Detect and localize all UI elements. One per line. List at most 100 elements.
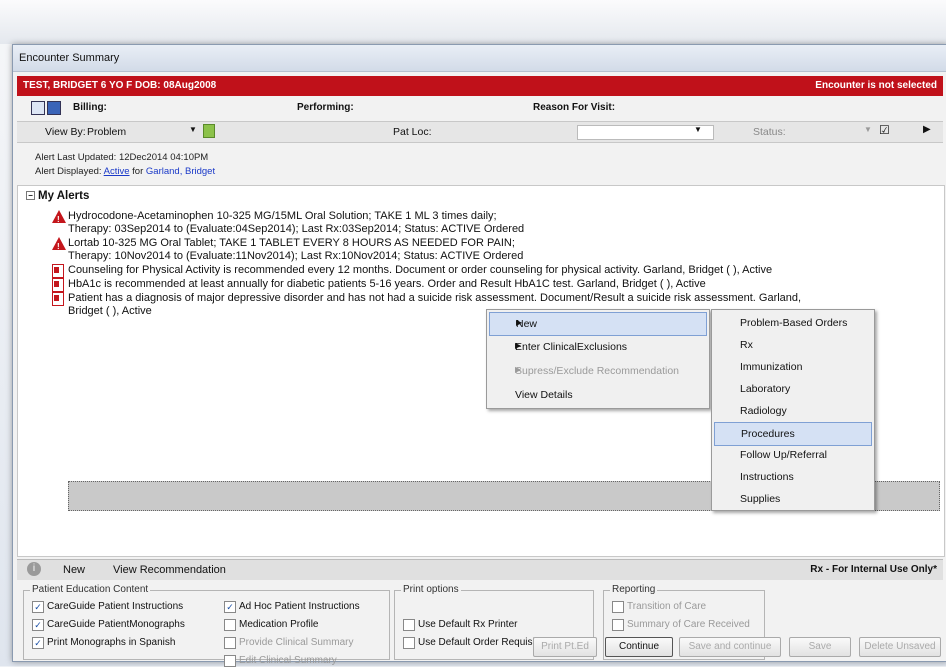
menu-item-supress-exclude: Supress/Exclude Recommendation ▶ (489, 360, 707, 382)
filter-row: View By: Problem ▼ Pat Loc: ▼ Status: ▼ … (17, 121, 943, 143)
checkbox-checked: ✓ (224, 601, 236, 613)
chevron-right-icon: ▶ (515, 365, 522, 374)
alert-last-updated: Alert Last Updated: 12Dec2014 04:10PM (35, 152, 209, 163)
submenu-label: Radiology (740, 405, 787, 417)
patient-education-caption: Patient Education Content (30, 584, 151, 595)
submenu-radiology[interactable]: Radiology (714, 400, 872, 422)
save-and-continue-button[interactable]: Save and continue (679, 637, 781, 657)
menu-item-label: View Details (515, 389, 573, 401)
alert-for-text: for (132, 166, 144, 177)
alert-text: Therapy: 03Sep2014 to (Evaluate:04Sep201… (68, 223, 525, 235)
calendar-icon[interactable] (47, 101, 61, 115)
checkbox-unchecked (403, 619, 415, 631)
chevron-down-icon[interactable]: ▼ (694, 125, 702, 134)
view-by-select[interactable]: Problem (87, 126, 126, 138)
patient-education-group: Patient Education Content ✓ CareGuide Pat… (23, 584, 390, 667)
info-icon[interactable]: i (27, 562, 41, 576)
new-submenu: Problem-Based Orders Rx Immunization Lab… (711, 309, 875, 511)
submenu-procedures[interactable]: Procedures (714, 422, 872, 446)
billing-label: Billing: (73, 102, 107, 113)
alert-item[interactable]: HbA1c is recommended at least annually f… (52, 278, 706, 292)
my-alerts-label: My Alerts (38, 190, 90, 202)
warning-icon: ! (52, 210, 66, 224)
pat-loc-label: Pat Loc: (393, 126, 432, 138)
checkbox-unchecked (612, 601, 624, 613)
continue-button[interactable]: Continue (605, 637, 673, 657)
submenu-immunization[interactable]: Immunization (714, 356, 872, 378)
chevron-down-icon[interactable]: ▼ (189, 125, 197, 134)
print-options-caption: Print options (401, 584, 461, 595)
view-recommendation-button[interactable]: View Recommendation (113, 564, 226, 576)
desktop-top-bar (0, 0, 946, 44)
submenu-supplies[interactable]: Supplies (714, 488, 872, 510)
submenu-problem-based-orders[interactable]: Problem-Based Orders (714, 312, 872, 334)
bottom-action-bar: i New View Recommendation Rx - For Inter… (17, 559, 943, 580)
menu-item-enter-clinical-exclusions[interactable]: Enter ClinicalExclusions ▶ (489, 336, 707, 358)
alert-status-link[interactable]: Active (104, 166, 130, 177)
alert-text: Counseling for Physical Activity is reco… (68, 264, 773, 276)
rx-internal-use-label: Rx - For Internal Use Only* (810, 564, 937, 575)
submenu-label: Rx (740, 339, 753, 351)
checkbox-unchecked (403, 637, 415, 649)
submenu-label: Supplies (740, 493, 781, 505)
chevron-right-icon: ▶ (516, 318, 523, 327)
menu-item-new[interactable]: New ▶ (489, 312, 707, 336)
alert-displayed-line: Alert Displayed: Active for Garland, Bri… (35, 166, 215, 177)
checkbox-label: Medication Profile (239, 619, 319, 630)
checkbox-label: Provide Clinical Summary (239, 637, 354, 648)
encounter-summary-window: Encounter Summary TEST, BRIDGET 6 YO F D… (12, 44, 946, 667)
reporting-caption: Reporting (610, 584, 658, 595)
play-icon[interactable]: ▶ (923, 124, 931, 135)
chevron-right-icon: ▶ (515, 341, 522, 350)
alert-item[interactable]: ! Hydrocodone-Acetaminophen 10-325 MG/15… (52, 210, 524, 236)
checkbox-checked: ✓ (32, 619, 44, 631)
alert-text: Therapy: 10Nov2014 to (Evaluate:11Nov201… (68, 250, 524, 262)
delete-unsaved-button[interactable]: Delete Unsaved (859, 637, 941, 657)
checkbox-label: Print Monographs in Spanish (47, 637, 176, 648)
submenu-laboratory[interactable]: Laboratory (714, 378, 872, 400)
alert-item[interactable]: Counseling for Physical Activity is reco… (52, 264, 773, 278)
alert-text: Lortab 10-325 MG Oral Tablet; TAKE 1 TAB… (68, 237, 515, 249)
submenu-rx[interactable]: Rx (714, 334, 872, 356)
checkbox-checked: ✓ (32, 601, 44, 613)
checkbox-unchecked (224, 655, 236, 667)
window-titlebar[interactable]: Encounter Summary (13, 45, 946, 72)
submenu-label: Instructions (740, 471, 794, 483)
checkbox-unchecked (224, 619, 236, 631)
recommendation-icon (52, 264, 64, 278)
checklist-icon[interactable]: ☑ (879, 123, 890, 137)
submenu-follow-up-referral[interactable]: Follow Up/Referral (714, 444, 872, 466)
alert-text: Hydrocodone-Acetaminophen 10-325 MG/15ML… (68, 210, 497, 222)
my-alerts-heading[interactable]: − My Alerts (26, 190, 89, 202)
submenu-label: Procedures (741, 428, 795, 440)
alert-text: HbA1c is recommended at least annually f… (68, 278, 706, 290)
checkbox-label: Edit Clinical Summary (239, 655, 337, 666)
new-button[interactable]: New (63, 564, 85, 576)
encounter-status: Encounter is not selected (815, 80, 937, 91)
add-document-icon[interactable] (203, 124, 215, 138)
submenu-label: Follow Up/Referral (740, 449, 827, 461)
save-button[interactable]: Save (789, 637, 851, 657)
patient-name-link[interactable]: Garland, Bridget (146, 166, 215, 177)
checkbox-unchecked (224, 637, 236, 649)
submenu-label: Problem-Based Orders (740, 317, 848, 329)
submenu-label: Immunization (740, 361, 803, 373)
recommendation-icon (52, 292, 64, 306)
grid-icon[interactable] (31, 101, 45, 115)
submenu-instructions[interactable]: Instructions (714, 466, 872, 488)
alert-item[interactable]: ! Lortab 10-325 MG Oral Tablet; TAKE 1 T… (52, 237, 523, 263)
collapse-icon[interactable]: − (26, 191, 35, 200)
chevron-down-icon[interactable]: ▼ (864, 125, 872, 134)
patient-banner: TEST, BRIDGET 6 YO F DOB: 08Aug2008 Enco… (17, 76, 943, 96)
alert-displayed-label: Alert Displayed: (35, 166, 102, 177)
menu-item-view-details[interactable]: View Details (489, 384, 707, 406)
alert-info: Alert Last Updated: 12Dec2014 04:10PM Al… (17, 145, 943, 185)
checkbox-label: CareGuide Patient Instructions (47, 601, 184, 612)
alert-text: Patient has a diagnosis of major depress… (68, 292, 802, 304)
checkbox-label: CareGuide PatientMonographs (47, 619, 185, 630)
checkbox-checked: ✓ (32, 637, 44, 649)
context-menu: New ▶ Enter ClinicalExclusions ▶ Supress/E… (486, 309, 710, 409)
checkbox-unchecked (612, 619, 624, 631)
recommendation-icon (52, 278, 64, 292)
print-pt-ed-button[interactable]: Print Pt.Ed (533, 637, 597, 657)
